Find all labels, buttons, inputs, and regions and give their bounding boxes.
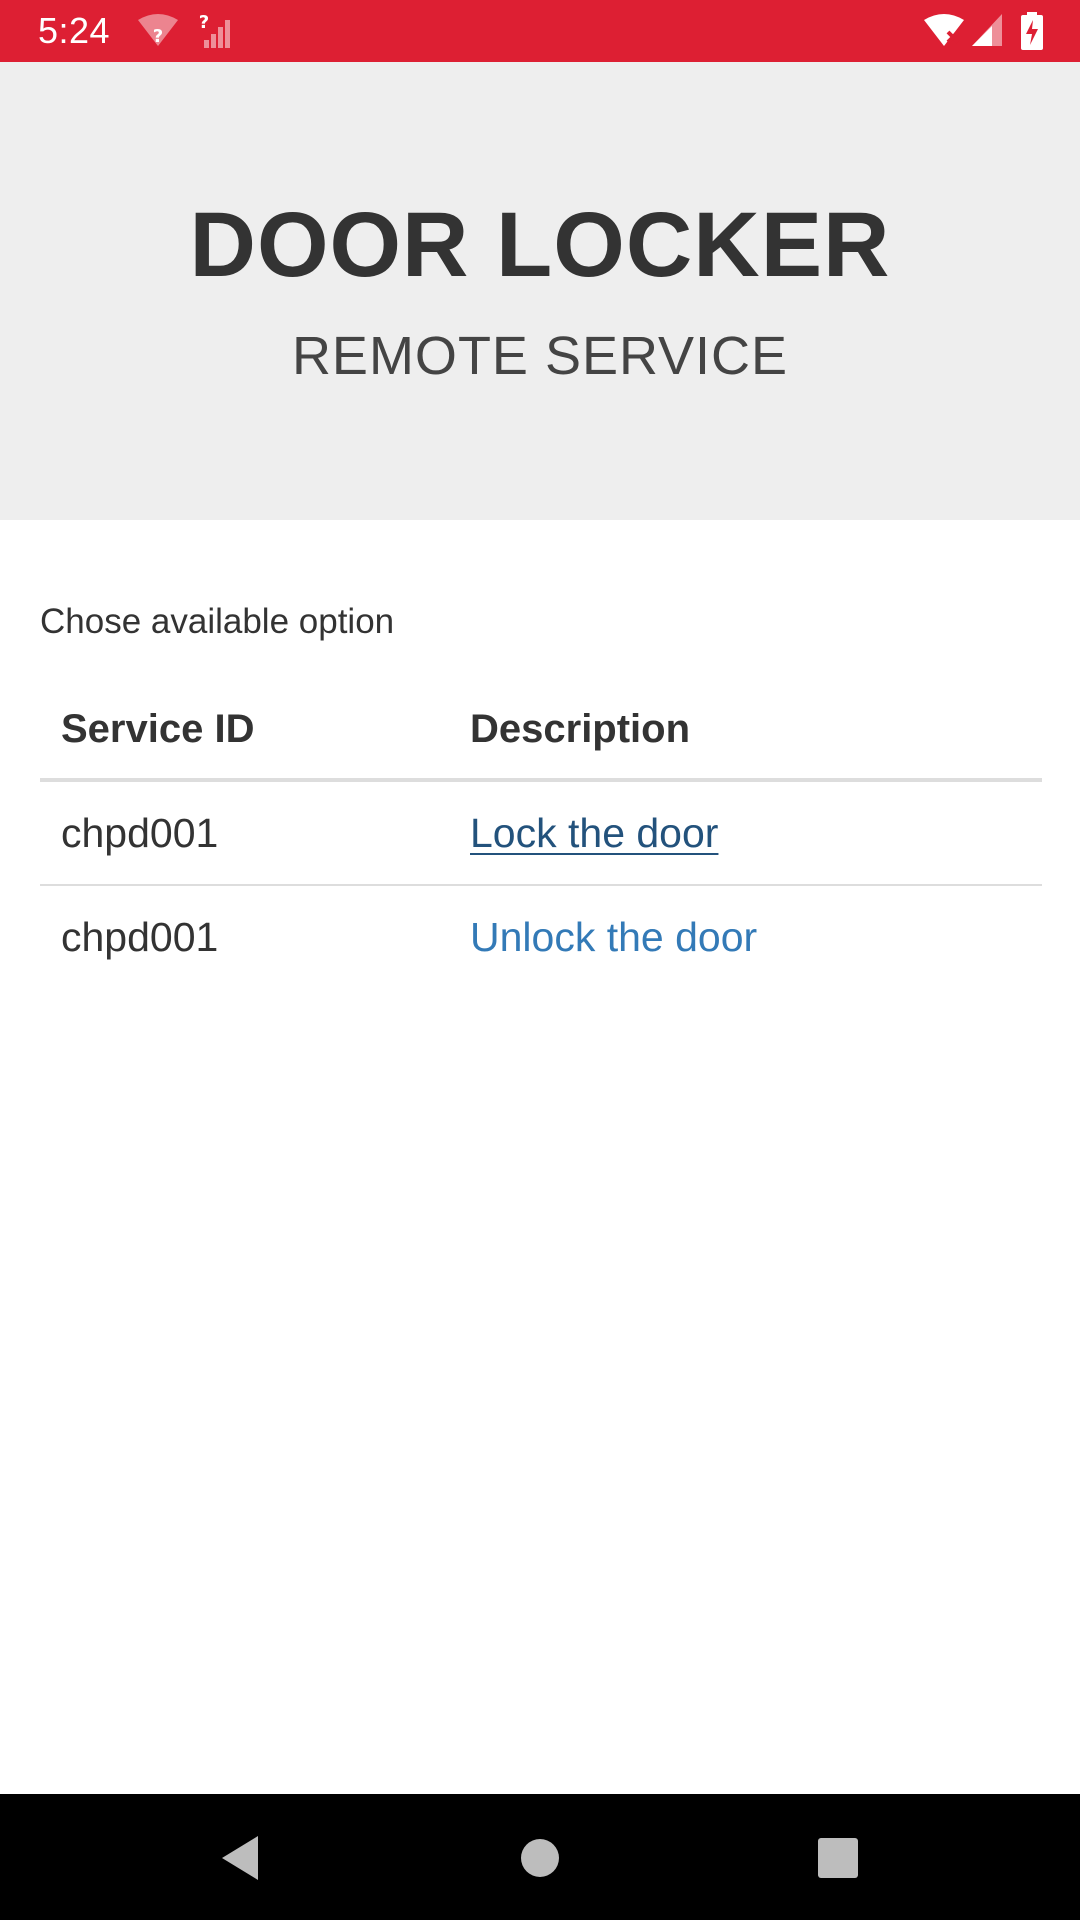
- table-row: chpd001 Lock the door: [40, 782, 1042, 886]
- svg-text:?: ?: [153, 26, 163, 47]
- unlock-door-link[interactable]: Unlock the door: [470, 914, 757, 961]
- app-title: DOOR LOCKER: [189, 194, 891, 296]
- description-cell: Unlock the door: [470, 886, 757, 988]
- wifi-x-icon: [922, 12, 966, 50]
- recents-icon[interactable]: [806, 1826, 870, 1890]
- column-header-service-id: Service ID: [61, 706, 255, 751]
- cell-signal-icon: [970, 12, 1004, 50]
- lock-door-link[interactable]: Lock the door: [470, 810, 718, 857]
- signal-question-icon: ?: [198, 12, 234, 50]
- service-table: Service ID Description chpd001 Lock the …: [40, 680, 1042, 988]
- navigation-bar: [0, 1794, 1080, 1920]
- app-subtitle: REMOTE SERVICE: [291, 326, 789, 386]
- home-icon[interactable]: [508, 1826, 572, 1890]
- status-time: 5:24: [38, 10, 111, 51]
- service-id-cell: chpd001: [61, 913, 219, 960]
- status-bar: 5:24 ? ?: [0, 0, 1080, 62]
- screen: 5:24 ? ? DOOR LOCKER REMOTE SERVICE Chos…: [0, 0, 1080, 1920]
- back-icon[interactable]: [208, 1826, 272, 1890]
- service-id-cell: chpd001: [61, 809, 219, 856]
- column-header-description: Description: [470, 706, 691, 751]
- table-header-row: Service ID Description: [40, 680, 1042, 782]
- table-row: chpd001 Unlock the door: [40, 886, 1042, 988]
- prompt-text: Chose available option: [40, 602, 395, 641]
- wifi-question-icon: ?: [136, 12, 180, 50]
- svg-text:?: ?: [199, 12, 209, 33]
- header: DOOR LOCKER REMOTE SERVICE: [0, 62, 1080, 520]
- battery-charging-icon: [1020, 12, 1044, 50]
- description-cell: Lock the door: [470, 782, 718, 884]
